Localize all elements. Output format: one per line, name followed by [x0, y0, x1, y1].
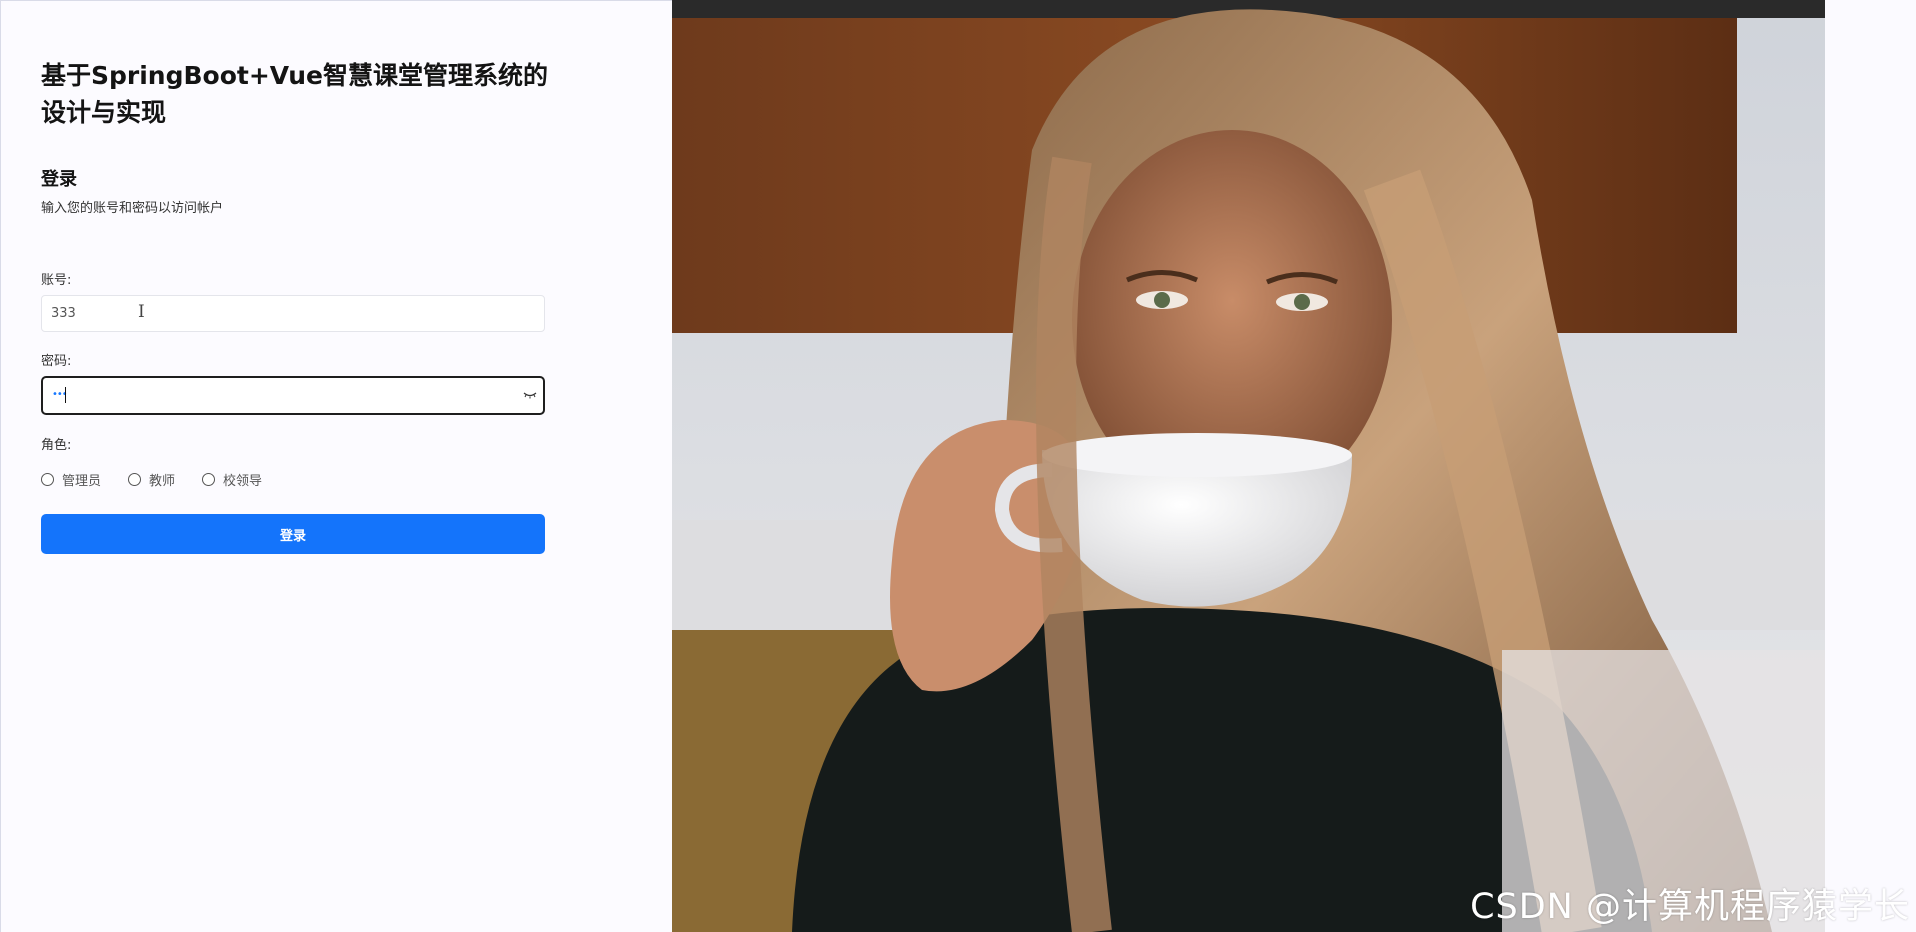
role-option-teacher[interactable]: 教师 [128, 470, 175, 489]
role-option-label: 校领导 [223, 473, 263, 489]
radio-button[interactable] [128, 472, 142, 486]
login-button[interactable]: 登录 [41, 514, 545, 554]
page-edge-strip [1825, 0, 1916, 932]
radio-button[interactable] [41, 472, 54, 486]
role-label: 角色: [41, 438, 72, 453]
login-heading: 登录 [41, 169, 77, 190]
password-input[interactable]: ••• [41, 376, 545, 415]
radio-button[interactable] [202, 472, 216, 486]
hero-photo [672, 0, 1825, 932]
role-option-label: 管理员 [62, 473, 102, 489]
role-option-admin[interactable]: 管理员 [41, 470, 101, 489]
login-subtitle: 输入您的账号和密码以访问帐户 [41, 201, 224, 216]
text-cursor-icon: I [138, 302, 145, 322]
role-option-school-leader[interactable]: 校领导 [202, 470, 262, 489]
account-label: 账号: [41, 273, 72, 288]
account-input[interactable] [41, 295, 545, 332]
login-panel: 基于SpringBoot+Vue智慧课堂管理系统的设计与实现 登录 输入您的账号… [0, 0, 672, 932]
login-page: 基于SpringBoot+Vue智慧课堂管理系统的设计与实现 登录 输入您的账号… [0, 0, 1916, 932]
role-radio-group: 管理员 教师 校领导 [41, 470, 289, 489]
role-option-label: 教师 [149, 473, 176, 489]
app-title: 基于SpringBoot+Vue智慧课堂管理系统的设计与实现 [41, 61, 549, 127]
eye-closed-icon[interactable] [523, 390, 537, 400]
password-label: 密码: [41, 354, 72, 369]
watermark: CSDN @计算机程序猿学长 [1470, 887, 1910, 927]
text-caret [65, 387, 66, 403]
